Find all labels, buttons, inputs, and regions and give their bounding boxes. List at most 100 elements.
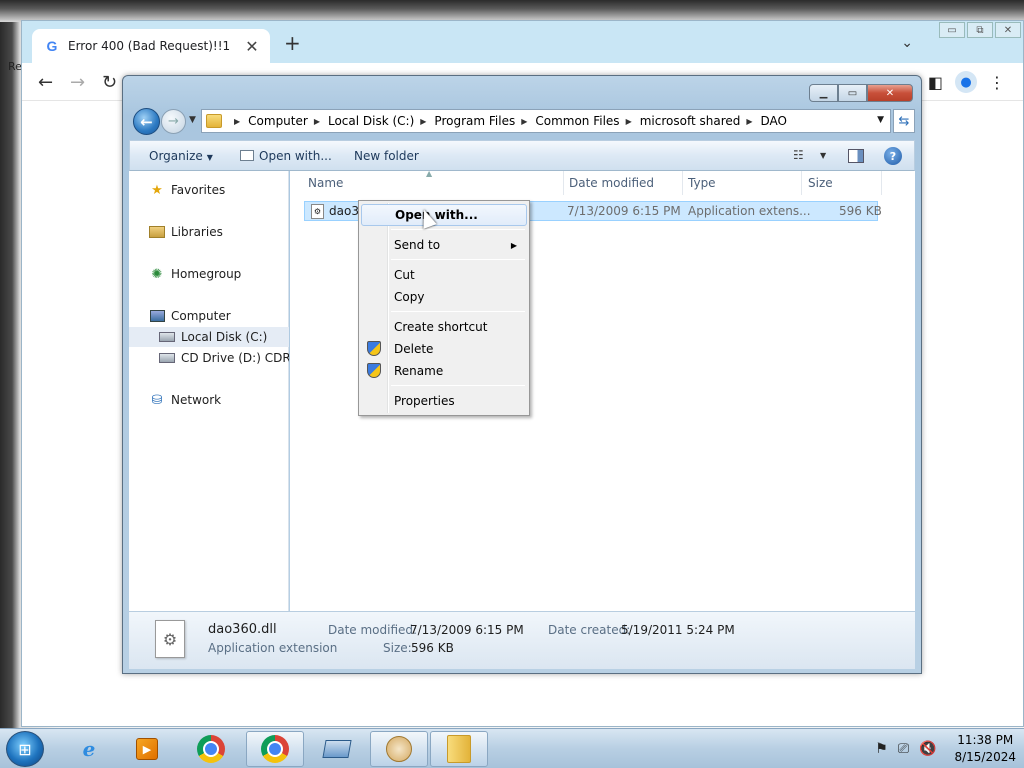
explorer-maximize-button[interactable]: ▭ xyxy=(838,84,867,102)
column-header-name[interactable]: Name xyxy=(302,171,564,195)
media-player-icon: ▶ xyxy=(136,738,158,760)
menu-separator xyxy=(391,311,525,312)
network-status-icon[interactable]: ⎚ xyxy=(898,741,909,757)
menu-item-label: Delete xyxy=(394,342,434,356)
cd-drive-icon xyxy=(159,350,175,366)
context-menu: Open with... Send to ▶ Cut Copy Create s… xyxy=(358,200,530,416)
clock[interactable]: 11:38 PM 8/15/2024 xyxy=(954,732,1016,766)
submenu-arrow-icon: ▶ xyxy=(510,240,517,250)
column-header-size[interactable]: Size xyxy=(802,171,882,195)
menu-item-cut[interactable]: Cut xyxy=(361,264,527,286)
refresh-icon[interactable]: ⇆ xyxy=(893,109,915,133)
breadcrumb-microsoft-shared[interactable]: microsoft shared xyxy=(640,114,741,128)
change-view-icon[interactable]: ☷ xyxy=(793,148,804,162)
breadcrumb-separator-icon[interactable]: ▶ xyxy=(521,117,527,126)
browser-window-controls: ▭ ⧉ ✕ xyxy=(939,22,1021,38)
desktop-top-strip xyxy=(0,0,1024,22)
file-type: Application extens... xyxy=(688,204,811,218)
breadcrumb-separator-icon[interactable]: ▶ xyxy=(420,117,426,126)
browser-restore-button[interactable]: ⧉ xyxy=(967,22,993,38)
menu-item-rename[interactable]: Rename xyxy=(361,360,527,382)
forward-arrow-icon[interactable]: → xyxy=(70,72,85,93)
details-date-modified-label: Date modified: xyxy=(328,623,418,637)
menu-separator xyxy=(391,259,525,260)
nav-item-network[interactable]: ⛁ Network xyxy=(129,390,289,410)
column-header-type[interactable]: Type xyxy=(682,171,802,195)
open-with-button[interactable]: Open with... xyxy=(240,149,332,163)
explorer-close-button[interactable]: ✕ xyxy=(867,84,913,102)
libraries-icon xyxy=(149,224,165,240)
nav-label: Local Disk (C:) xyxy=(181,330,268,344)
tab-search-chevron-icon[interactable]: ⌄ xyxy=(901,35,913,51)
browser-tab[interactable]: G Error 400 (Bad Request)!!1 ✕ xyxy=(32,29,270,63)
system-tray: ⚑ ⎚ 🔇 11:38 PM 8/15/2024 xyxy=(875,729,1016,768)
new-tab-button[interactable]: + xyxy=(284,33,301,53)
explorer-forward-button[interactable]: → xyxy=(161,109,186,134)
explorer-back-button[interactable]: ← xyxy=(133,108,160,135)
menu-separator xyxy=(391,385,525,386)
breadcrumb-dao[interactable]: DAO xyxy=(761,114,787,128)
nav-label: Homegroup xyxy=(171,267,242,281)
taskbar-chrome[interactable] xyxy=(182,731,240,767)
menu-item-copy[interactable]: Copy xyxy=(361,286,527,308)
action-center-flag-icon[interactable]: ⚑ xyxy=(875,741,888,757)
preview-pane-icon[interactable] xyxy=(848,149,864,163)
start-button[interactable]: ⊞ xyxy=(6,731,44,767)
taskbar-paint[interactable] xyxy=(370,731,428,767)
profile-avatar-icon[interactable]: ● xyxy=(955,71,977,93)
breadcrumb-separator-icon[interactable]: ▶ xyxy=(746,117,752,126)
menu-kebab-icon[interactable]: ⋮ xyxy=(989,73,1005,92)
menu-item-create-shortcut[interactable]: Create shortcut xyxy=(361,316,527,338)
chrome-icon xyxy=(197,735,225,763)
breadcrumb: Computer ▶ Local Disk (C:) ▶ Program Fil… xyxy=(248,114,787,128)
breadcrumb-separator-icon[interactable]: ▶ xyxy=(626,117,632,126)
taskbar-media-player[interactable]: ▶ xyxy=(118,731,176,767)
details-date-created-label: Date created: xyxy=(548,623,631,637)
nav-item-local-disk[interactable]: Local Disk (C:) xyxy=(129,327,289,347)
taskbar-remote-desktop[interactable] xyxy=(308,731,366,767)
organize-chevron-icon: ▼ xyxy=(206,153,213,162)
nav-item-computer[interactable]: Computer xyxy=(129,306,289,326)
menu-item-properties[interactable]: Properties xyxy=(361,390,527,412)
menu-item-send-to[interactable]: Send to ▶ xyxy=(361,234,527,256)
folder-icon xyxy=(447,735,471,763)
view-options-chevron-icon[interactable]: ▼ xyxy=(820,151,826,160)
network-icon: ⛁ xyxy=(151,392,163,408)
menu-separator xyxy=(391,229,525,230)
address-bar[interactable]: ▶ Computer ▶ Local Disk (C:) ▶ Program F… xyxy=(201,109,891,133)
clock-date: 8/15/2024 xyxy=(954,750,1016,764)
browser-tab-strip: G Error 400 (Bad Request)!!1 ✕ + ⌄ ▭ ⧉ ✕ xyxy=(22,21,1023,63)
taskbar-internet-explorer[interactable]: e xyxy=(60,731,118,767)
uac-shield-icon xyxy=(367,341,381,356)
reload-icon[interactable]: ↻ xyxy=(102,72,117,93)
nav-item-favorites[interactable]: ★ Favorites xyxy=(129,180,289,200)
browser-minimize-button[interactable]: ▭ xyxy=(939,22,965,38)
menu-item-delete[interactable]: Delete xyxy=(361,338,527,360)
explorer-minimize-button[interactable]: ▁ xyxy=(809,84,838,102)
breadcrumb-separator-icon[interactable]: ▶ xyxy=(314,117,320,126)
column-header-date-modified[interactable]: Date modified xyxy=(563,171,683,195)
details-date-modified: 7/13/2009 6:15 PM xyxy=(410,623,524,637)
back-arrow-icon[interactable]: ← xyxy=(38,72,53,93)
breadcrumb-computer[interactable]: Computer xyxy=(248,114,308,128)
breadcrumb-local-disk[interactable]: Local Disk (C:) xyxy=(328,114,414,128)
new-folder-button[interactable]: New folder xyxy=(354,149,419,163)
recent-pages-chevron-icon[interactable]: ▼ xyxy=(189,115,196,125)
open-with-icon xyxy=(240,150,254,161)
organize-button[interactable]: Organize ▼ xyxy=(149,149,213,163)
breadcrumb-common-files[interactable]: Common Files xyxy=(535,114,619,128)
help-icon[interactable]: ? xyxy=(884,147,902,165)
nav-item-libraries[interactable]: Libraries xyxy=(129,222,289,242)
tab-close-icon[interactable]: ✕ xyxy=(244,37,260,56)
nav-item-homegroup[interactable]: ✺ Homegroup xyxy=(129,264,289,284)
taskbar-chrome-profile[interactable] xyxy=(246,731,304,767)
side-panel-icon[interactable]: ◧ xyxy=(928,73,943,92)
nav-item-cd-drive[interactable]: CD Drive (D:) CDROM xyxy=(129,348,289,368)
internet-explorer-icon: e xyxy=(82,737,96,761)
taskbar-windows-explorer[interactable] xyxy=(430,731,488,767)
address-dropdown-icon[interactable]: ▼ xyxy=(877,115,884,125)
browser-close-button[interactable]: ✕ xyxy=(995,22,1021,38)
volume-muted-icon[interactable]: 🔇 xyxy=(919,741,936,757)
breadcrumb-program-files[interactable]: Program Files xyxy=(434,114,515,128)
menu-item-open-with[interactable]: Open with... xyxy=(361,204,527,226)
